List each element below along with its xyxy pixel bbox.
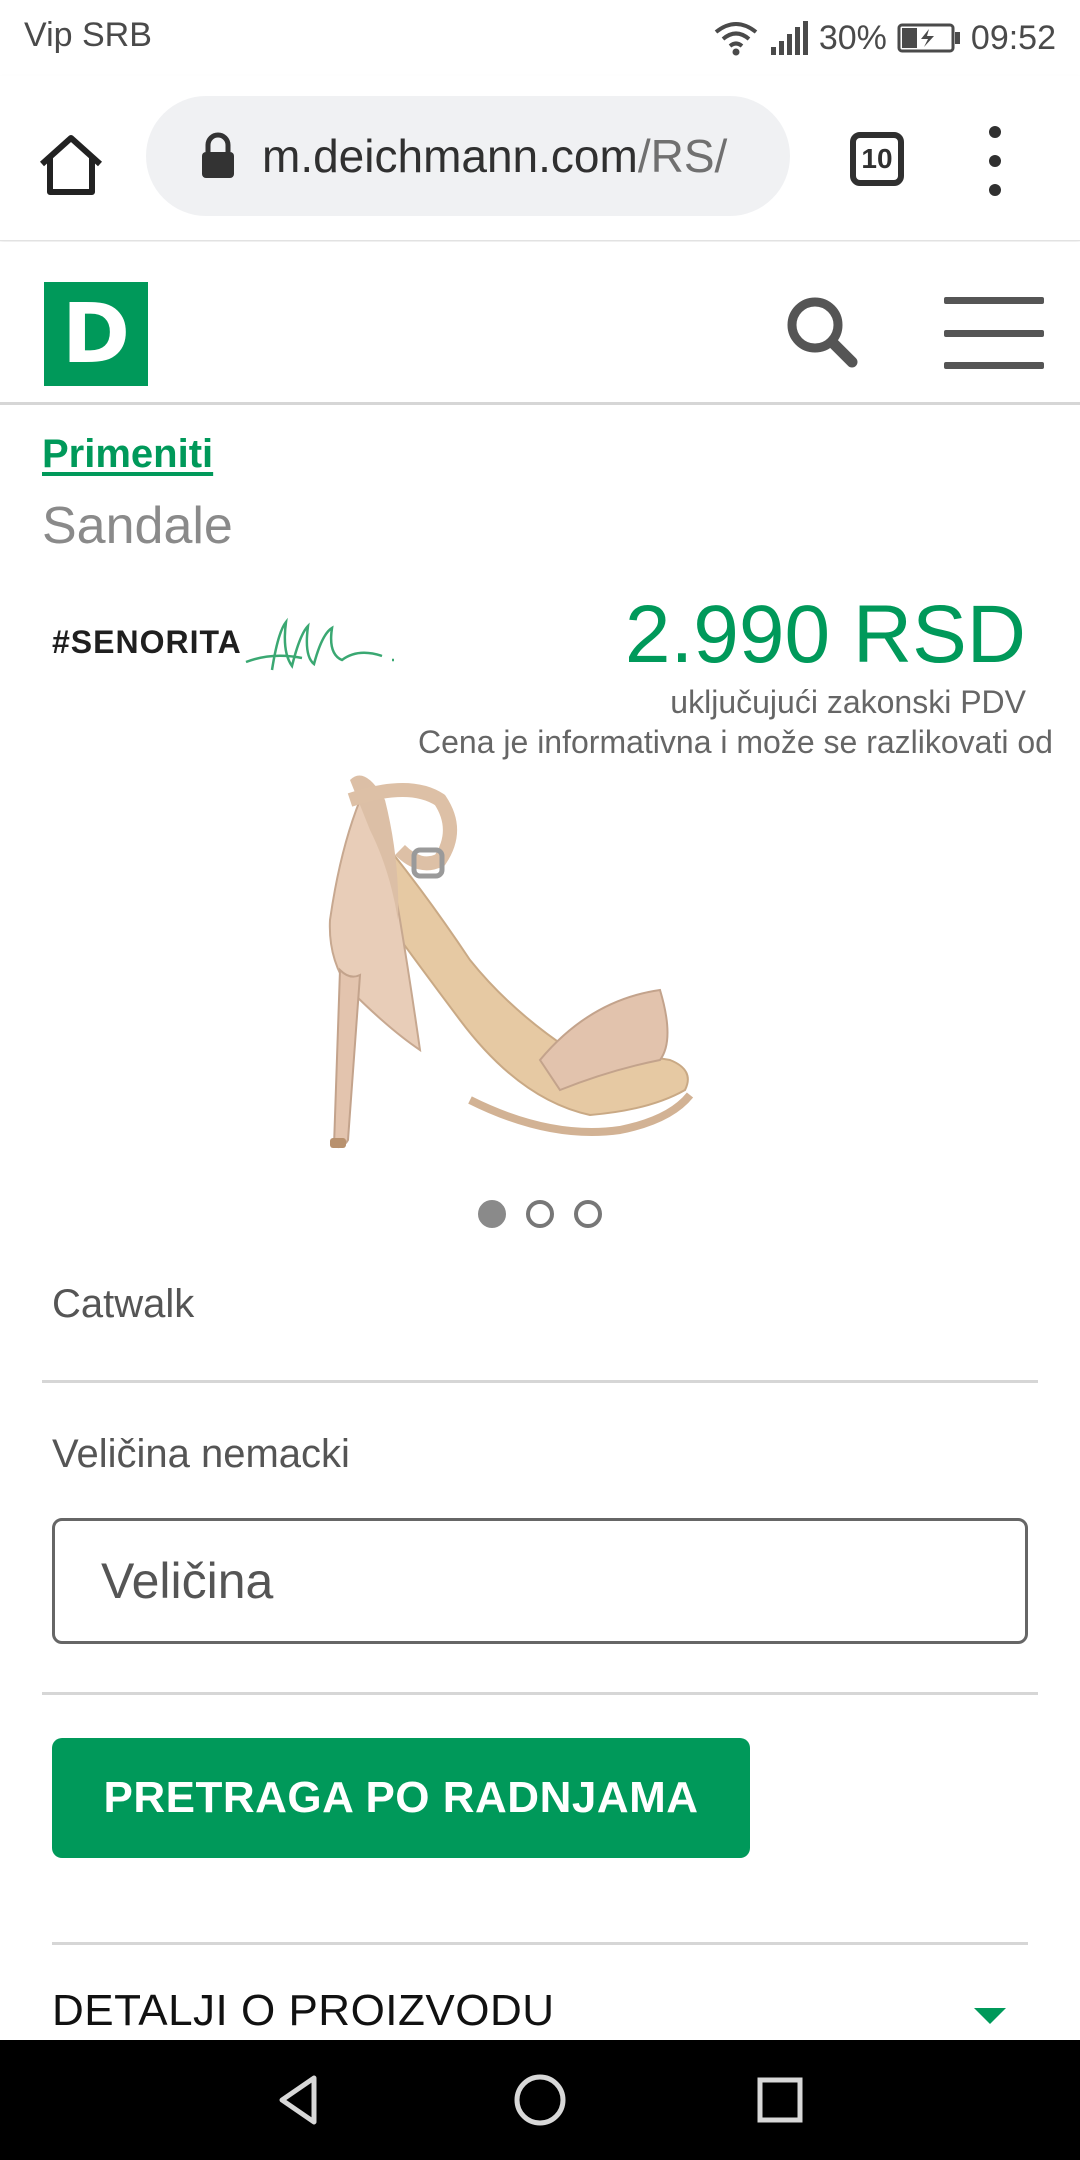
brand-logo-text: #SENORITA [52,624,242,660]
hamburger-menu-icon[interactable] [944,297,1044,369]
divider [52,1942,1028,1945]
logo-letter: D [61,286,131,382]
wifi-icon [714,22,758,56]
battery-charging-icon [897,23,960,53]
store-search-label: PRETRAGA PO RADNJAMA [103,1773,699,1822]
price-disclaimer: Cena je informativna i može se razlikova… [418,724,1053,760]
store-search-button[interactable]: PRETRAGA PO RADNJAMA [52,1738,750,1858]
browser-toolbar: m.deichmann.com/RS/ 10 [0,76,1080,241]
url-text: m.deichmann.com/RS/ [262,129,727,183]
product-brand: Catwalk [52,1282,195,1326]
battery-percent: 30% [818,18,887,57]
clock: 09:52 [970,18,1056,57]
system-nav-bar [0,2040,1080,2160]
more-vert-icon[interactable] [978,126,1012,196]
product-price: 2.990 RSD [624,589,1026,680]
product-details-toggle[interactable]: DETALJI O PROIZVODU [52,1986,555,2036]
product-title: Sandale [42,497,233,555]
status-bar: Vip SRB 30% 09:52 [0,0,1080,76]
carousel-dot-2[interactable] [526,1200,554,1228]
breadcrumb-link[interactable]: Primeniti [42,432,213,477]
product-image[interactable] [290,760,780,1190]
status-icons: 30% 09:52 [713,16,1056,60]
home-icon[interactable] [36,130,106,200]
url-domain: m.deichmann.com [262,130,638,182]
tab-count: 10 [861,143,893,174]
chevron-down-icon[interactable] [974,2008,1006,2024]
carousel-dot-3[interactable] [574,1200,602,1228]
lock-icon [202,132,234,178]
address-bar[interactable]: m.deichmann.com/RS/ [146,96,790,216]
divider [42,1692,1038,1695]
home-circle-icon[interactable] [510,2070,570,2130]
site-header: D [0,242,1080,405]
divider [42,1380,1038,1383]
signal-icon [770,21,808,55]
image-carousel-dots [478,1200,602,1228]
vat-note: uključujući zakonski PDV [670,684,1026,720]
size-select-placeholder: Veličina [101,1553,274,1609]
search-icon[interactable] [782,292,862,372]
recents-square-icon[interactable] [750,2070,810,2130]
carousel-dot-1[interactable] [478,1200,506,1228]
carrier-name: Vip SRB [24,16,152,54]
tab-switcher-button[interactable]: 10 [850,132,904,186]
senorita-brand-logo: #SENORITA [52,612,402,682]
url-path: /RS/ [637,130,728,182]
signature-squiggle [245,617,394,671]
size-label: Veličina nemacki [52,1432,350,1476]
size-select[interactable]: Veličina [52,1518,1028,1644]
deichmann-logo[interactable]: D [44,282,148,386]
back-triangle-icon[interactable] [270,2070,330,2130]
